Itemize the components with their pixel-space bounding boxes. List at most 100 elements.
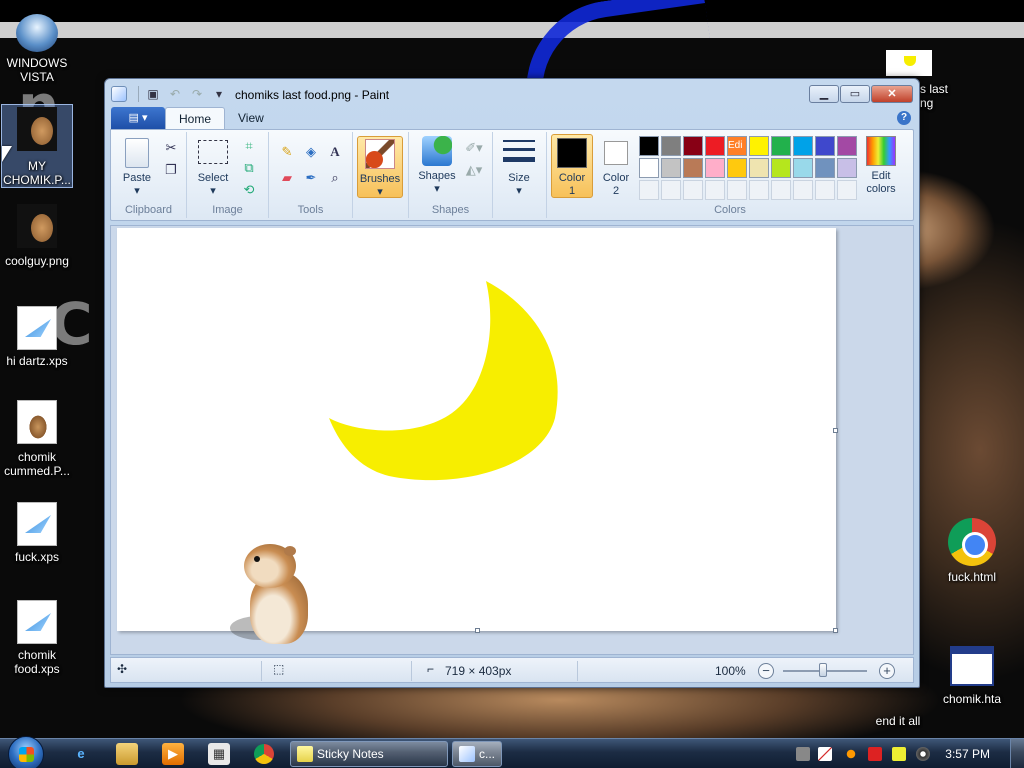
palette-swatch[interactable] xyxy=(727,158,747,178)
palette-swatch[interactable] xyxy=(683,136,703,156)
desktop-icon-chomik-hta[interactable]: chomik.hta xyxy=(932,646,1012,706)
fill-icon[interactable]: ◭▾ xyxy=(461,160,487,180)
custom-color-slot[interactable] xyxy=(771,180,791,200)
color-picker-icon[interactable]: ✒ xyxy=(301,168,321,188)
palette-swatch[interactable] xyxy=(771,136,791,156)
palette-swatch[interactable] xyxy=(793,136,813,156)
tray-media-icon[interactable] xyxy=(916,747,930,761)
resize-handle[interactable] xyxy=(475,628,480,633)
palette-swatch[interactable] xyxy=(639,158,659,178)
palette-swatch[interactable] xyxy=(771,158,791,178)
tray-search-icon[interactable] xyxy=(844,747,858,761)
palette-swatch[interactable] xyxy=(815,158,835,178)
text-icon[interactable]: A xyxy=(325,142,345,162)
palette-swatch[interactable] xyxy=(661,136,681,156)
save-icon[interactable]: ▣ xyxy=(145,86,161,102)
palette-swatch[interactable] xyxy=(705,136,725,156)
resize-handle[interactable] xyxy=(833,628,838,633)
taskbar-task-sticky-notes[interactable]: Sticky Notes xyxy=(290,741,448,767)
zoom-in-button[interactable]: + xyxy=(879,663,895,679)
maximize-button[interactable]: ▭ xyxy=(840,85,870,103)
custom-color-slot[interactable] xyxy=(661,180,681,200)
custom-color-slot[interactable] xyxy=(793,180,813,200)
outline-icon[interactable]: ✐▾ xyxy=(461,138,487,158)
copy-icon[interactable]: ❐ xyxy=(161,160,181,180)
desktop-icon-fuck-html[interactable]: fuck.html xyxy=(932,518,1012,584)
desktop-icon-chomik-cummed[interactable]: chomik cummed.P... xyxy=(0,400,77,478)
pencil-icon[interactable]: ✎ xyxy=(277,142,297,162)
tab-home[interactable]: Home xyxy=(165,107,226,129)
palette-swatch[interactable] xyxy=(705,158,725,178)
taskbar-task-label: Sticky Notes xyxy=(317,747,384,761)
minimize-button[interactable]: ▁ xyxy=(809,85,839,103)
palette-swatch[interactable] xyxy=(837,136,857,156)
palette-swatch[interactable] xyxy=(661,158,681,178)
tray-tool-icon[interactable] xyxy=(818,747,832,761)
tray-notes-icon[interactable] xyxy=(892,747,906,761)
tray-app-icon[interactable] xyxy=(796,747,810,761)
palette-swatch[interactable] xyxy=(683,158,703,178)
palette-swatch[interactable]: Edi xyxy=(727,136,747,156)
internet-explorer-icon[interactable]: e xyxy=(70,743,92,765)
size-group: Size ▾ xyxy=(493,132,547,218)
media-player-icon[interactable]: ▶ xyxy=(162,743,184,765)
rotate-icon[interactable]: ⟲ xyxy=(239,180,259,200)
cut-icon[interactable]: ✂ xyxy=(161,138,181,158)
help-icon[interactable]: ? xyxy=(897,111,911,125)
color1-button[interactable]: Color 1 xyxy=(551,134,593,198)
desktop-icon-hi-dartz[interactable]: hi dartz.xps xyxy=(0,306,77,368)
custom-color-slot[interactable] xyxy=(639,180,659,200)
desktop-icon-end-it-all[interactable]: end it all xyxy=(858,686,938,728)
calculator-icon[interactable]: ▦ xyxy=(208,743,230,765)
file-explorer-icon[interactable] xyxy=(116,743,138,765)
eraser-icon[interactable]: ▰ xyxy=(277,168,297,188)
zoom-slider-thumb[interactable] xyxy=(819,663,827,677)
fill-bucket-icon[interactable]: ◈ xyxy=(301,142,321,162)
paste-button[interactable]: Paste ▾ xyxy=(117,138,157,198)
start-button[interactable] xyxy=(8,736,44,768)
brushes-button[interactable]: Brushes ▾ xyxy=(357,136,403,198)
desktop-icon-chomik-food[interactable]: chomik food.xps xyxy=(0,600,77,676)
custom-color-slot[interactable] xyxy=(837,180,857,200)
show-desktop-button[interactable] xyxy=(1010,739,1024,768)
custom-color-slot[interactable] xyxy=(749,180,769,200)
image-size-icon: ⌐ xyxy=(427,662,435,676)
close-button[interactable]: ✕ xyxy=(871,85,913,103)
title-bar[interactable]: ▣ ↶ ↷ ▾ chomiks last food.png - Paint ▁ … xyxy=(105,79,919,109)
resize-icon[interactable]: ⧉ xyxy=(239,158,259,178)
customize-toolbar-icon[interactable]: ▾ xyxy=(211,86,227,102)
desktop-icon-label: fuck.html xyxy=(947,570,996,584)
tab-view[interactable]: View xyxy=(225,107,277,129)
paint-app-icon[interactable] xyxy=(111,86,127,102)
zoom-out-button[interactable]: − xyxy=(758,663,774,679)
palette-swatch[interactable] xyxy=(793,158,813,178)
undo-icon[interactable]: ↶ xyxy=(167,86,183,102)
desktop-icon-fuck-xps[interactable]: fuck.xps xyxy=(0,502,77,564)
palette-swatch[interactable] xyxy=(815,136,835,156)
custom-color-slot[interactable] xyxy=(815,180,835,200)
magnifier-icon[interactable]: ⌕ xyxy=(325,168,345,188)
select-button[interactable]: Select ▾ xyxy=(193,140,233,198)
chrome-icon[interactable] xyxy=(254,744,274,764)
resize-handle[interactable] xyxy=(833,428,838,433)
edit-colors-button[interactable]: Edit colors xyxy=(855,136,907,196)
taskbar-task-paint[interactable]: c... xyxy=(452,741,502,767)
custom-color-slot[interactable] xyxy=(705,180,725,200)
custom-color-slot[interactable] xyxy=(683,180,703,200)
clock[interactable]: 3:57 PM xyxy=(945,747,990,761)
tray-flag-icon[interactable] xyxy=(868,747,882,761)
palette-swatch[interactable] xyxy=(639,136,659,156)
color2-button[interactable]: Color 2 xyxy=(597,134,635,198)
custom-color-slot[interactable] xyxy=(727,180,747,200)
palette-swatch[interactable] xyxy=(837,158,857,178)
drawing-canvas[interactable] xyxy=(117,228,836,631)
size-button[interactable]: Size ▾ xyxy=(499,140,539,198)
desktop-icon-coolguy[interactable]: coolguy.png xyxy=(0,204,77,268)
palette-swatch[interactable] xyxy=(749,158,769,178)
crop-icon[interactable]: ⌗ xyxy=(239,136,259,156)
redo-icon[interactable]: ↷ xyxy=(189,86,205,102)
paint-menu-button[interactable]: ▤ ▾ xyxy=(111,107,165,129)
shapes-button[interactable]: Shapes ▾ xyxy=(415,136,459,196)
palette-swatch[interactable] xyxy=(749,136,769,156)
desktop-icon-windows-vista[interactable]: WINDOWS VISTA xyxy=(0,14,77,84)
